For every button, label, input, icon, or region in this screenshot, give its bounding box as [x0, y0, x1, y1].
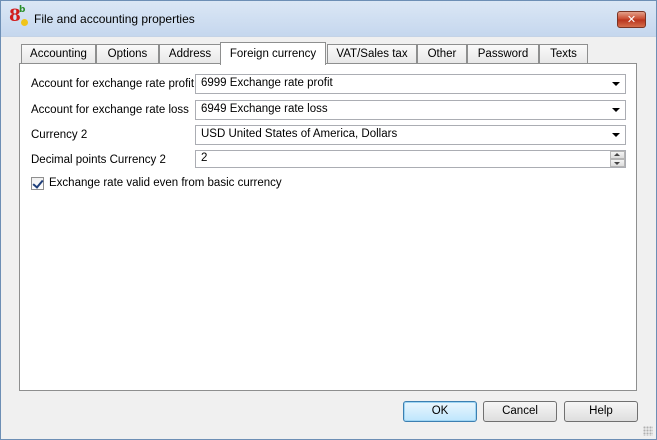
cancel-button[interactable]: Cancel: [483, 401, 557, 422]
exchange-rate-valid-checkbox[interactable]: [31, 177, 44, 190]
loss-account-combo[interactable]: 6949 Exchange rate loss: [195, 100, 626, 120]
stepper-up-icon[interactable]: [610, 151, 625, 159]
tab-texts[interactable]: Texts: [539, 44, 588, 64]
tab-other[interactable]: Other: [417, 44, 467, 64]
tab-vat-sales-tax[interactable]: VAT/Sales tax: [327, 44, 417, 64]
app-logo-icon: 8 b: [9, 5, 29, 28]
foreign-currency-panel: Account for exchange rate profit 6999 Ex…: [19, 63, 637, 391]
stepper-down-icon[interactable]: [610, 159, 625, 167]
chevron-down-icon[interactable]: [608, 102, 623, 118]
currency2-value: USD United States of America, Dollars: [201, 128, 398, 140]
tab-options[interactable]: Options: [96, 44, 159, 64]
profit-account-value: 6999 Exchange rate profit: [201, 77, 333, 89]
chevron-down-icon[interactable]: [608, 127, 623, 143]
decimals-stepper[interactable]: 2: [195, 150, 626, 168]
title-bar[interactable]: 8 b File and accounting properties ✕: [1, 1, 656, 37]
help-button[interactable]: Help: [564, 401, 638, 422]
loss-account-value: 6949 Exchange rate loss: [201, 103, 328, 115]
chevron-down-icon[interactable]: [608, 76, 623, 92]
currency2-combo[interactable]: USD United States of America, Dollars: [195, 125, 626, 145]
profit-account-label: Account for exchange rate profit: [31, 78, 195, 90]
window-title: File and accounting properties: [34, 12, 195, 26]
loss-account-label: Account for exchange rate loss: [31, 104, 189, 116]
resize-grip-icon[interactable]: [643, 426, 653, 436]
decimals-label: Decimal points Currency 2: [31, 154, 166, 166]
tab-address[interactable]: Address: [159, 44, 221, 64]
close-button[interactable]: ✕: [617, 11, 646, 28]
tab-accounting[interactable]: Accounting: [21, 44, 96, 64]
tab-foreign-currency[interactable]: Foreign currency: [220, 42, 326, 65]
exchange-rate-valid-label[interactable]: Exchange rate valid even from basic curr…: [49, 177, 282, 189]
profit-account-combo[interactable]: 6999 Exchange rate profit: [195, 74, 626, 94]
dialog-window: 8 b File and accounting properties ✕ Acc…: [0, 0, 657, 440]
ok-button[interactable]: OK: [403, 401, 477, 422]
tab-password[interactable]: Password: [467, 44, 539, 64]
currency2-label: Currency 2: [31, 129, 88, 141]
decimals-value: 2: [201, 152, 208, 164]
